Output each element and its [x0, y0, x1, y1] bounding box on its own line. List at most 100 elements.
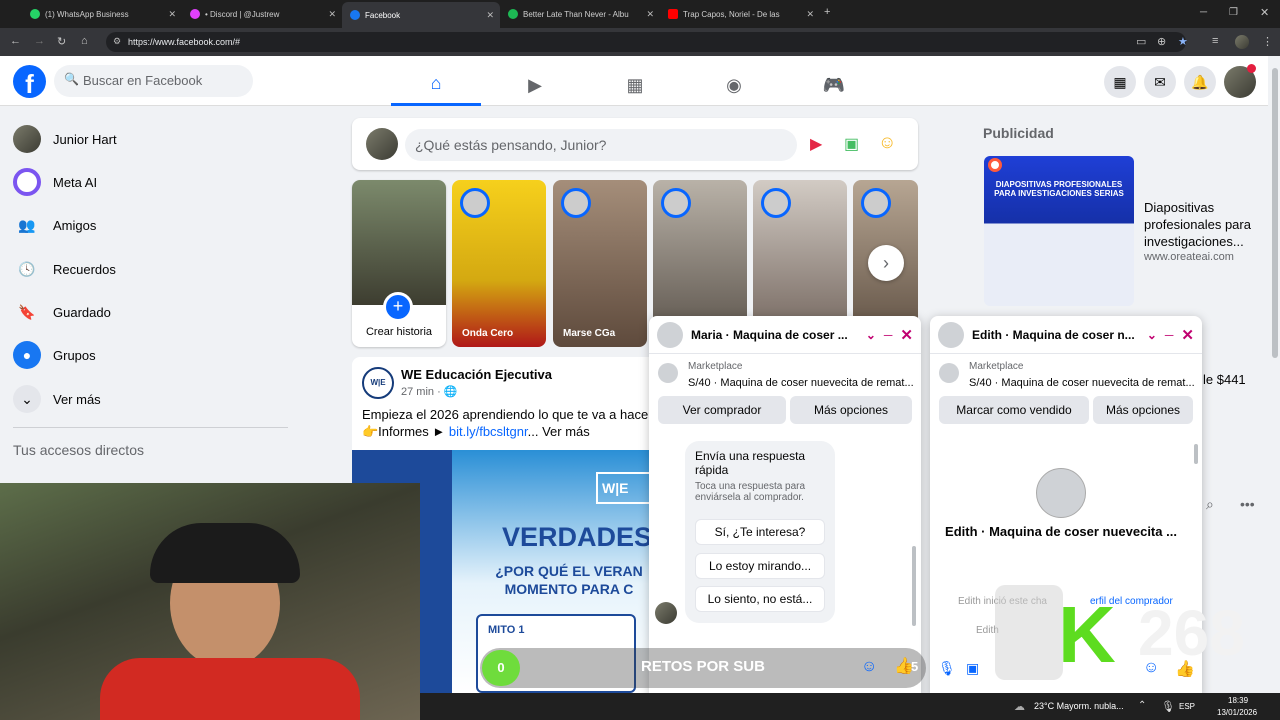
divider	[13, 427, 288, 428]
story-card[interactable]: Onda Cero	[452, 180, 546, 347]
close-tab-icon[interactable]: ✕	[806, 9, 814, 20]
more-options-button[interactable]: Más opciones	[1093, 396, 1193, 424]
emoji-icon[interactable]: ☺	[861, 658, 877, 676]
photo-icon[interactable]: ▣	[844, 134, 859, 154]
close-chat-icon[interactable]: ✕	[900, 326, 913, 344]
quick-reply-option[interactable]: Sí, ¿Te interesa?	[695, 519, 825, 545]
minimize-chat-icon[interactable]: ─	[884, 328, 893, 342]
sidebar-item-groups[interactable]: ● Grupos	[13, 337, 96, 373]
new-tab-button[interactable]: +	[824, 6, 830, 18]
site-info-icon[interactable]: ⚙	[113, 36, 121, 47]
post-author[interactable]: WE Educación Ejecutiva	[401, 367, 552, 382]
menu-grid-button[interactable]: ▦	[1104, 66, 1136, 98]
nav-gaming[interactable]: 🎮	[789, 64, 879, 106]
view-buyer-button[interactable]: Ver comprador	[658, 396, 786, 424]
page-scrollbar[interactable]	[1272, 68, 1278, 358]
nav-home[interactable]: ⌂	[391, 64, 481, 106]
tab-youtube[interactable]: Trap Capos, Noriel - De las ✕	[660, 4, 820, 24]
chat-scrollbar[interactable]	[1194, 444, 1198, 464]
create-story-card[interactable]: + Crear historia	[352, 180, 446, 347]
quick-reply-option[interactable]: Lo estoy mirando...	[695, 553, 825, 579]
home-icon[interactable]: ⌂	[81, 35, 88, 47]
listing-text[interactable]: S/40 · Maquina de coser nuevecita de rem…	[688, 377, 913, 389]
maximize-icon[interactable]: ❐	[1229, 7, 1238, 18]
close-tab-icon[interactable]: ✕	[328, 9, 336, 20]
weather-text[interactable]: 23°C Mayorm. nubla...	[1034, 701, 1124, 711]
language-indicator[interactable]: ESP	[1179, 702, 1195, 711]
ad-partial-price: le $441	[1203, 372, 1246, 387]
page-avatar[interactable]: W|E	[362, 367, 394, 399]
clock-date[interactable]: 13/01/2026	[1217, 708, 1257, 717]
facebook-header: f 🔍 Buscar en Facebook ⌂ ▶ ▦ ◉ 🎮 ▦ ✉ 🔔	[0, 56, 1268, 106]
sidebar-item-saved[interactable]: 🔖 Guardado	[13, 294, 111, 330]
zoom-icon[interactable]: ⊕	[1157, 35, 1166, 48]
more-options-button[interactable]: Más opciones	[790, 396, 912, 424]
tab-discord[interactable]: • Discord | @Justrew ✕	[182, 4, 342, 24]
ad-image[interactable]: DIAPOSITIVAS PROFESIONALES PARA INVESTIG…	[984, 156, 1134, 306]
feeling-icon[interactable]: ☺	[878, 132, 896, 153]
listing-text[interactable]: S/40 · Maquina de coser nuevecita de rem…	[969, 377, 1194, 389]
chat-window-maria: Maria · Maquina de coser ... ⌄ ─ ✕ Marke…	[649, 316, 921, 696]
sidebar-item-see-more[interactable]: ⌄ Ver más	[13, 381, 101, 417]
close-chat-icon[interactable]: ✕	[1181, 326, 1194, 344]
chat-title[interactable]: Maria · Maquina de coser ...	[691, 328, 858, 342]
ad-url[interactable]: www.oreateai.com	[1144, 251, 1234, 263]
profile-avatar[interactable]	[1036, 468, 1086, 518]
chevron-down-icon[interactable]: ⌄	[866, 328, 876, 342]
cast-icon[interactable]: ▭	[1136, 35, 1146, 48]
post-text: Empieza el 2026 aprendiendo lo que te va…	[362, 407, 652, 422]
chat-scrollbar[interactable]	[912, 546, 916, 626]
tab-spotify[interactable]: Better Late Than Never - Albu ✕	[500, 4, 660, 24]
quick-reply-option[interactable]: Lo siento, no está...	[695, 586, 825, 612]
messenger-button[interactable]: ✉	[1144, 66, 1176, 98]
reload-icon[interactable]: ↻	[57, 35, 66, 48]
menu-dots-icon[interactable]: ⋮	[1262, 35, 1273, 48]
post-link[interactable]: bit.ly/fbcsltgnr	[449, 424, 528, 439]
clock-time[interactable]: 18:39	[1228, 696, 1248, 705]
minimize-icon[interactable]: ─	[1200, 7, 1207, 18]
notifications-button[interactable]: 🔔	[1184, 66, 1216, 98]
bookmark-icon: 🔖	[13, 298, 41, 326]
see-more-link[interactable]: ... Ver más	[528, 424, 590, 439]
stories-next-button[interactable]: ›	[868, 245, 904, 281]
back-icon[interactable]: ←	[10, 35, 21, 47]
profile-avatar[interactable]	[1235, 35, 1249, 49]
sidebar-item-memories[interactable]: 🕓 Recuerdos	[13, 251, 116, 287]
nav-marketplace[interactable]: ▦	[590, 64, 680, 106]
microphone-tray-icon[interactable]: 🎙	[1161, 700, 1175, 713]
sidebar-item-profile[interactable]: Junior Hart	[13, 121, 117, 157]
microphone-icon[interactable]: 🎙	[938, 660, 956, 677]
nav-groups[interactable]: ◉	[689, 64, 779, 106]
tab-whatsapp[interactable]: (1) WhatsApp Business ✕	[22, 4, 182, 24]
close-tab-icon[interactable]: ✕	[168, 9, 176, 20]
chat-header[interactable]: Maria · Maquina de coser ... ⌄ ─ ✕	[649, 316, 921, 354]
contacts-search-icon[interactable]: ⌕	[1206, 496, 1214, 513]
search-input[interactable]: 🔍 Buscar en Facebook	[54, 65, 253, 97]
tray-chevron-icon[interactable]: ⌃	[1138, 700, 1146, 711]
chevron-down-icon[interactable]: ⌄	[1147, 328, 1157, 342]
facebook-logo[interactable]: f	[13, 65, 46, 99]
chat-header[interactable]: Edith · Maquina de coser n... ⌄ ─ ✕	[930, 316, 1202, 354]
story-card[interactable]: Marse CGa	[553, 180, 647, 347]
mark-sold-button[interactable]: Marcar como vendido	[939, 396, 1089, 424]
forward-icon[interactable]: →	[34, 35, 45, 47]
contacts-more-icon[interactable]: •••	[1240, 496, 1255, 512]
ad-title[interactable]: Diapositivas profesionales para investig…	[1144, 199, 1259, 250]
playlist-icon[interactable]: ≡	[1212, 35, 1218, 47]
bookmark-star-icon[interactable]: ★	[1178, 35, 1188, 48]
sidebar-item-friends[interactable]: 👥 Amigos	[13, 207, 96, 243]
story-avatar	[761, 188, 791, 218]
minimize-chat-icon[interactable]: ─	[1165, 328, 1174, 342]
close-tab-icon[interactable]: ✕	[486, 10, 494, 21]
close-window-icon[interactable]: ✕	[1260, 6, 1269, 19]
close-tab-icon[interactable]: ✕	[646, 9, 654, 20]
status-input[interactable]: ¿Qué estás pensando, Junior?	[405, 129, 797, 161]
photo-icon[interactable]: ▣	[966, 660, 979, 677]
chat-title[interactable]: Edith · Maquina de coser n...	[972, 328, 1139, 342]
live-video-icon[interactable]: ▶	[810, 134, 822, 154]
nav-video[interactable]: ▶	[490, 64, 580, 106]
home-icon: ⌂	[430, 73, 442, 93]
sidebar-item-meta-ai[interactable]: Meta AI	[13, 164, 97, 200]
url-bar[interactable]: ⚙ https://www.facebook.com/#	[106, 32, 1186, 52]
tab-facebook[interactable]: Facebook ✕	[342, 2, 500, 28]
